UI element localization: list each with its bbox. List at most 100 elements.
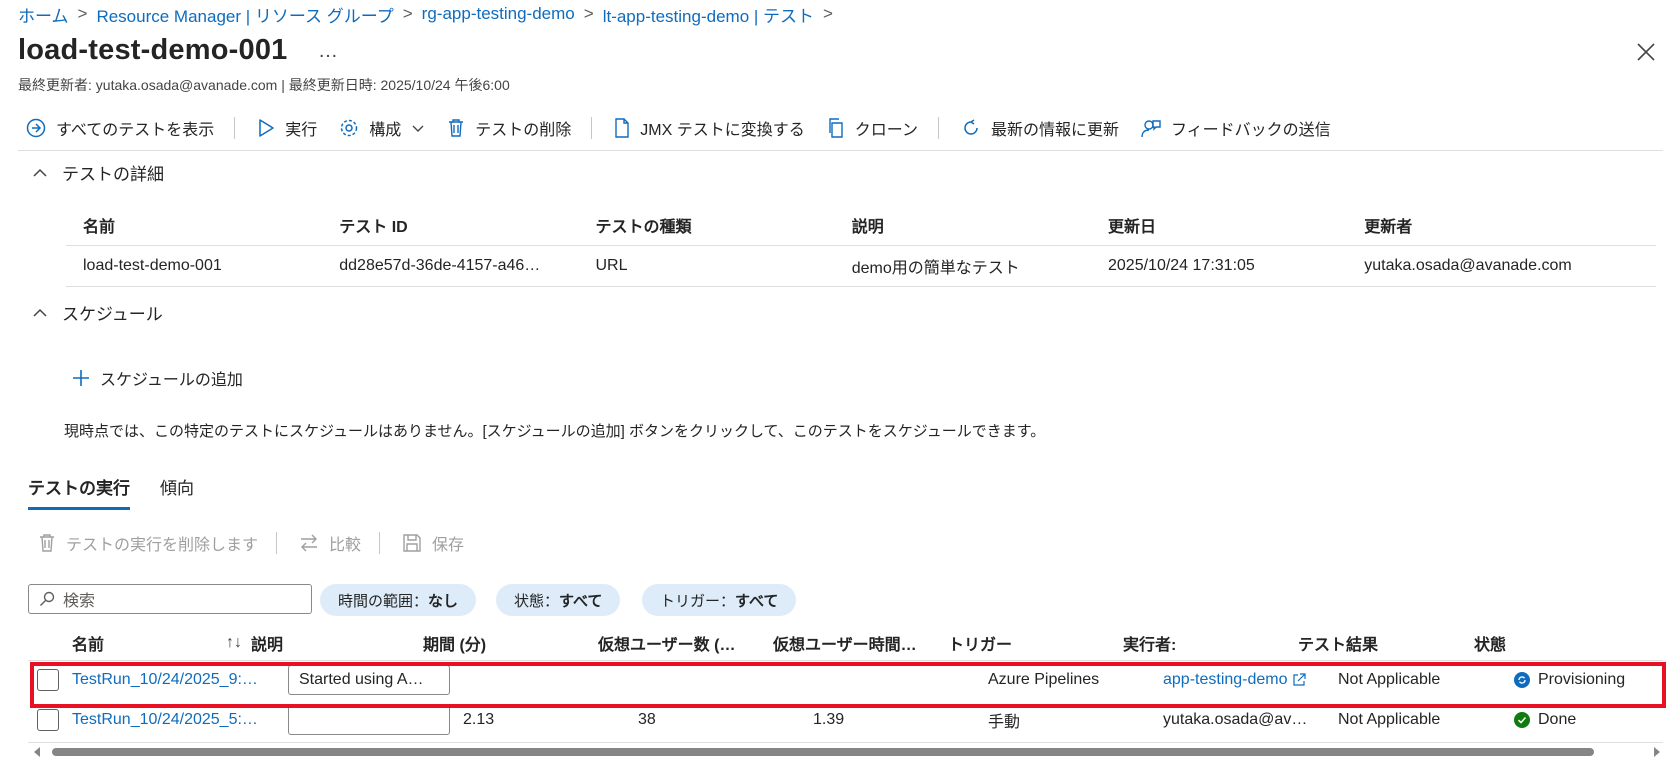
compare-arrows-icon: [301, 534, 318, 552]
column-header: 更新者: [1364, 219, 1413, 236]
convert-jmx-button[interactable]: JMX テストに変換する: [614, 116, 805, 140]
table-row[interactable]: TestRun_10/24/2025_9:… Started using A… …: [28, 660, 1663, 700]
chevron-down-icon: [412, 125, 424, 132]
table-row: load-test-demo-001 dd28e57d-36de-4157-a4…: [66, 246, 1656, 287]
column-header-status[interactable]: 状態: [1474, 631, 1604, 655]
row-checkbox[interactable]: [37, 709, 59, 731]
person-feedback-icon: [1141, 120, 1161, 138]
column-header-description[interactable]: 説明: [248, 631, 423, 655]
scroll-left-arrow-icon[interactable]: [34, 747, 40, 757]
tab-test-runs[interactable]: テストの実行: [28, 474, 130, 510]
run-trigger-cell: Azure Pipelines: [988, 671, 1100, 688]
updated-date-cell: 2025/10/24 17:31:05: [1108, 257, 1255, 274]
column-header: 説明: [851, 219, 884, 236]
trash-icon: [40, 534, 54, 552]
run-executor-link[interactable]: app-testing-demo: [1163, 671, 1338, 689]
column-header-vusers[interactable]: 仮想ユーザー数 (…: [598, 631, 773, 655]
save-button[interactable]: 保存: [402, 531, 464, 555]
run-name-link[interactable]: TestRun_10/24/2025_5:…: [72, 711, 288, 729]
configure-button[interactable]: 構成: [339, 116, 425, 140]
refresh-button[interactable]: 最新の情報に更新: [961, 116, 1119, 140]
run-status-cell: Provisioning: [1514, 671, 1644, 689]
row-checkbox[interactable]: [37, 669, 59, 691]
column-header-duration[interactable]: 期間 (分): [423, 631, 598, 655]
breadcrumb-load-testing[interactable]: lt-app-testing-demo | テスト: [603, 2, 814, 27]
column-header-name[interactable]: 名前 ↑↓: [72, 631, 248, 655]
feedback-button[interactable]: フィードバックの送信: [1141, 116, 1331, 140]
breadcrumb-home[interactable]: ホーム: [18, 2, 69, 27]
column-header: テスト ID: [339, 219, 408, 236]
tab-trends[interactable]: 傾向: [160, 474, 194, 510]
chevron-up-icon: [33, 168, 47, 177]
column-header-result[interactable]: テスト結果: [1298, 631, 1474, 655]
last-updated-info: 最終更新者: yutaka.osada@avanade.com | 最終更新日時…: [18, 77, 510, 93]
feedback-label: フィードバックの送信: [1170, 122, 1331, 139]
run-vuser-hours-cell: 1.39: [813, 711, 845, 728]
column-header: テストの種類: [595, 219, 692, 236]
run-description-field[interactable]: Started using A…: [288, 665, 450, 695]
test-id-cell: dd28e57d-36de-4157-a46…: [339, 257, 541, 274]
column-header: 名前: [83, 219, 116, 236]
run-status-label: Done: [1538, 711, 1577, 728]
trigger-filter[interactable]: トリガー： すべて: [642, 584, 797, 616]
close-button[interactable]: [1634, 40, 1658, 64]
column-header-vuser-hours[interactable]: 仮想ユーザー時間…: [773, 631, 948, 655]
run-vusers-cell: 38: [638, 711, 656, 728]
run-button[interactable]: 実行: [257, 116, 317, 140]
state-filter-value: すべて: [559, 592, 603, 610]
more-options-button[interactable]: …: [318, 40, 338, 63]
refresh-label: 最新の情報に更新: [990, 122, 1119, 139]
test-name-cell: load-test-demo-001: [83, 257, 222, 274]
test-details-toggle[interactable]: テストの詳細: [32, 160, 164, 185]
sort-icon[interactable]: ↑↓: [226, 634, 248, 652]
arrow-circle-left-icon: [26, 118, 46, 138]
toolbar-divider: [379, 532, 381, 554]
scroll-right-arrow-icon[interactable]: [1654, 747, 1660, 757]
runs-command-bar: テストの実行を削除します 比較 保存: [38, 531, 484, 555]
test-runs-grid: 名前 ↑↓ 説明 期間 (分) 仮想ユーザー数 (… 仮想ユーザー時間… トリガ…: [28, 626, 1663, 740]
horizontal-scrollbar[interactable]: [28, 746, 1664, 758]
schedule-toggle[interactable]: スケジュール: [32, 300, 163, 325]
schedule-empty-message: 現時点では、この特定のテストにスケジュールはありません。[スケジュールの追加] …: [64, 423, 1046, 440]
table-row[interactable]: TestRun_10/24/2025_5:… 2.13 38 1.39 手動 y…: [28, 700, 1663, 740]
delete-test-button[interactable]: テストの削除: [447, 116, 571, 140]
clone-button[interactable]: クローン: [827, 116, 918, 140]
executor-link-label: app-testing-demo: [1163, 671, 1288, 688]
column-header-trigger[interactable]: トリガー: [948, 631, 1123, 655]
run-executor-cell: yutaka.osada@av…: [1163, 711, 1308, 728]
refresh-icon: [964, 119, 978, 135]
page-title: load-test-demo-001: [18, 34, 288, 66]
chevron-right-icon: >: [583, 4, 594, 23]
add-schedule-button[interactable]: スケジュールの追加: [72, 366, 243, 390]
column-header: 更新日: [1108, 219, 1157, 236]
run-result-cell: Not Applicable: [1338, 711, 1441, 728]
state-filter-label: 状態：: [514, 592, 560, 610]
document-icon: [615, 118, 629, 138]
compare-label: 比較: [329, 537, 362, 554]
chevron-right-icon: >: [823, 4, 833, 23]
breadcrumb-resource-group[interactable]: rg-app-testing-demo: [422, 4, 575, 24]
delete-runs-label: テストの実行を削除します: [66, 537, 259, 554]
state-filter[interactable]: 状態： すべて: [496, 584, 621, 616]
test-details-table: 名前 テスト ID テストの種類 説明 更新日 更新者 load-test-de…: [66, 205, 1656, 287]
compare-button[interactable]: 比較: [299, 531, 361, 555]
scrollbar-thumb[interactable]: [52, 748, 1594, 756]
run-duration-cell: 2.13: [463, 711, 495, 728]
search-input[interactable]: 検索: [28, 584, 312, 614]
run-name-link[interactable]: TestRun_10/24/2025_9:…: [72, 671, 288, 689]
toolbar-divider: [591, 117, 593, 139]
breadcrumb: ホーム > Resource Manager | リソース グループ > rg-…: [18, 2, 842, 26]
checkmark-circle-icon: [1514, 712, 1530, 728]
run-status-cell: Done: [1514, 711, 1644, 729]
external-link-icon: [1292, 673, 1306, 686]
run-status-label: Provisioning: [1538, 671, 1626, 688]
show-all-tests-button[interactable]: すべてのテストを表示: [26, 116, 214, 140]
time-range-filter[interactable]: 時間の範囲： なし: [320, 584, 477, 616]
breadcrumb-resource-manager[interactable]: Resource Manager | リソース グループ: [96, 2, 393, 27]
delete-runs-button[interactable]: テストの実行を削除します: [38, 531, 258, 555]
toolbar-divider: [276, 532, 278, 554]
column-header-executor[interactable]: 実行者:: [1123, 631, 1298, 655]
run-description-field[interactable]: [288, 705, 450, 735]
chevron-right-icon: >: [77, 4, 88, 23]
save-icon: [403, 534, 421, 552]
